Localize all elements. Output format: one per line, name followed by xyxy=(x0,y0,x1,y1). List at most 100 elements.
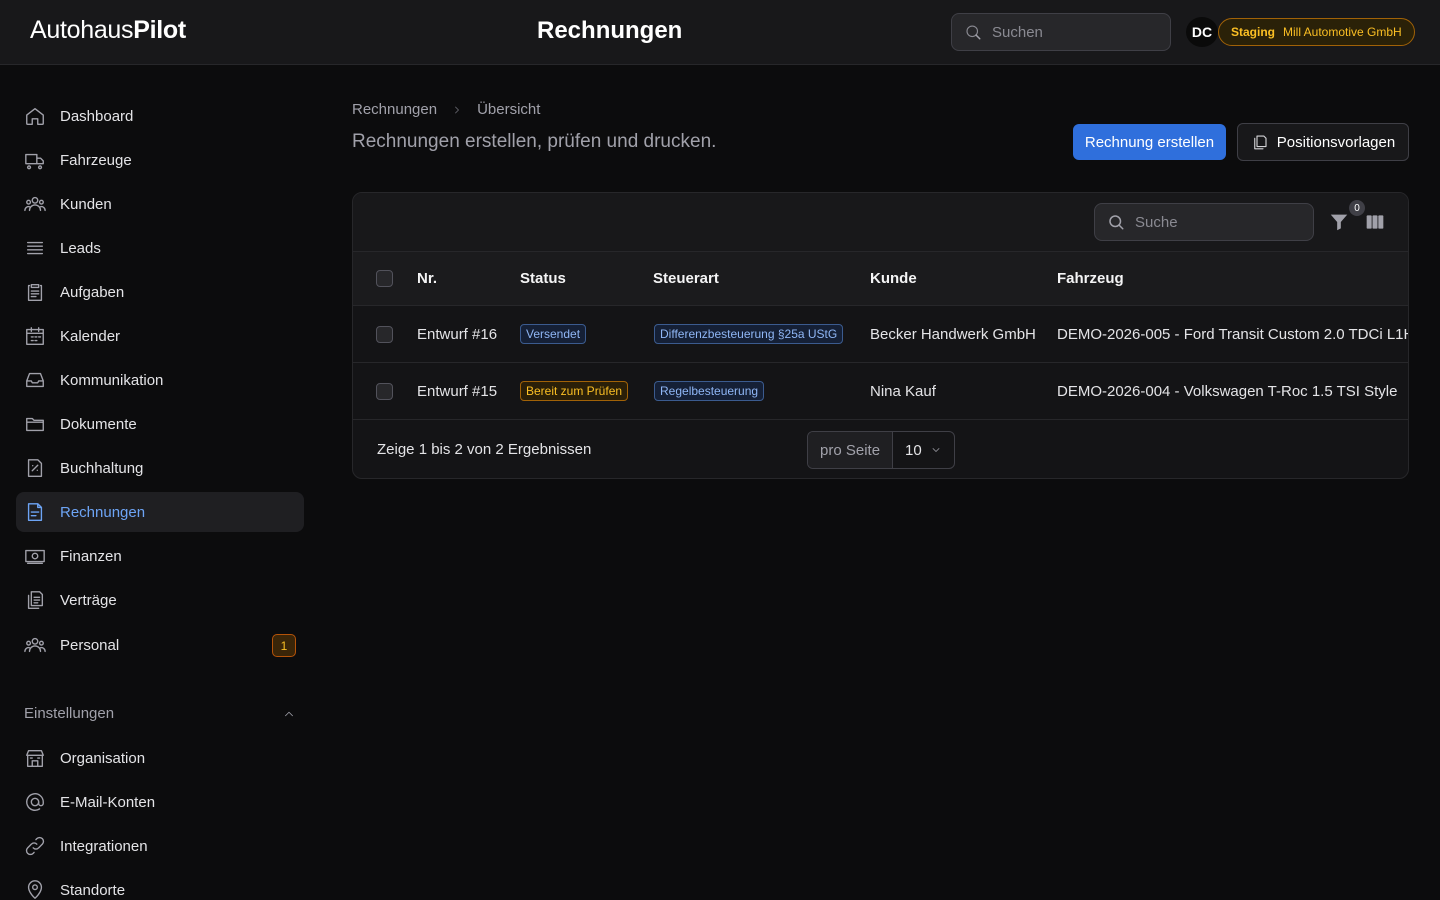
page-subtitle: Rechnungen erstellen, prüfen und drucken… xyxy=(352,131,717,152)
link-icon xyxy=(25,836,45,856)
sidebar-item-vertraege[interactable]: Verträge xyxy=(16,580,304,620)
sidebar-item-rechnungen[interactable]: Rechnungen xyxy=(16,492,304,532)
column-header-status[interactable]: Status xyxy=(520,252,566,305)
users-icon xyxy=(24,196,46,212)
sidebar-item-label: E-Mail-Konten xyxy=(60,793,156,811)
settings-section-title: Einstellungen xyxy=(24,705,115,722)
breadcrumb-item-uebersicht[interactable]: Übersicht xyxy=(477,101,540,118)
notification-badge: 1 xyxy=(272,634,296,657)
status-cell: Versendet xyxy=(520,306,587,362)
calendar-icon xyxy=(26,327,44,345)
organization-name: Mill Automotive GmbH xyxy=(1283,25,1402,39)
sidebar-item-finanzen[interactable]: Finanzen xyxy=(16,536,304,576)
invoice-number: Entwurf #15 xyxy=(417,382,498,400)
global-search-placeholder: Suchen xyxy=(992,23,1043,41)
sidebar-item-organisation[interactable]: Organisation xyxy=(16,738,304,778)
building-icon xyxy=(26,749,44,767)
column-header-fahrzeug[interactable]: Fahrzeug xyxy=(1057,252,1124,305)
sidebar-item-label: Verträge xyxy=(60,591,117,609)
status-cell: Bereit zum Prüfen xyxy=(520,363,629,419)
sidebar-item-label: Finanzen xyxy=(60,547,122,565)
per-page-value: 10 xyxy=(905,441,922,459)
sidebar-item-label: Kommunikation xyxy=(60,371,164,389)
filter-icon[interactable] xyxy=(1328,211,1350,233)
sidebar-item-label: Personal xyxy=(60,636,120,654)
at-icon xyxy=(26,793,44,811)
columns-icon[interactable] xyxy=(1365,212,1385,232)
logo-text-light: Autohaus xyxy=(30,16,134,44)
create-invoice-button[interactable]: Rechnung erstellen xyxy=(1073,124,1226,160)
sidebar-item-kalender[interactable]: Kalender xyxy=(16,316,304,356)
table-search-input[interactable]: Suche xyxy=(1094,203,1314,241)
sidebar-item-label: Kalender xyxy=(60,327,121,345)
invoice-number: Entwurf #16 xyxy=(417,325,498,343)
vehicle-name: DEMO-2026-005 - Ford Transit Custom 2.0 … xyxy=(1057,325,1409,343)
sidebar-item-dashboard[interactable]: Dashboard xyxy=(16,96,304,136)
sidebar-item-label: Fahrzeuge xyxy=(60,151,132,169)
table-row[interactable]: Entwurf #16 Versendet Differenzbesteueru… xyxy=(353,306,1408,363)
inbox-icon xyxy=(26,372,44,388)
app-logo[interactable]: AutohausPilot xyxy=(30,16,186,45)
table-search-placeholder: Suche xyxy=(1135,213,1178,231)
breadcrumb-item-rechnungen[interactable]: Rechnungen xyxy=(352,101,437,118)
environment-label: Staging xyxy=(1231,25,1275,39)
customer-name: Becker Handwerk GmbH xyxy=(870,325,1036,343)
position-templates-label: Positionsvorlagen xyxy=(1276,133,1396,151)
position-templates-button[interactable]: Positionsvorlagen xyxy=(1237,123,1409,161)
sidebar-item-label: Rechnungen xyxy=(60,503,146,521)
sidebar-item-aufgaben[interactable]: Aufgaben xyxy=(16,272,304,312)
table-header: Nr. Status Steuerart Kunde Fahrzeug xyxy=(353,252,1408,306)
list-icon xyxy=(26,241,44,255)
column-header-nr[interactable]: Nr. xyxy=(417,252,437,305)
page-title: Rechnungen xyxy=(537,17,683,44)
table-row[interactable]: Entwurf #15 Bereit zum Prüfen Regelbeste… xyxy=(353,363,1408,420)
tax-type-badge: Differenzbesteuerung §25a UStG xyxy=(654,324,844,344)
user-avatar[interactable]: DC xyxy=(1186,17,1218,47)
sidebar-item-label: Aufgaben xyxy=(60,283,125,301)
sidebar-item-fahrzeuge[interactable]: Fahrzeuge xyxy=(16,140,304,180)
sidebar-item-buchhaltung[interactable]: Buchhaltung xyxy=(16,448,304,488)
per-page-select[interactable]: pro Seite 10 xyxy=(807,431,955,469)
sidebar-item-label: Organisation xyxy=(60,749,146,767)
customer-name: Nina Kauf xyxy=(870,382,936,400)
status-badge: Bereit zum Prüfen xyxy=(520,381,629,401)
vehicle-name: DEMO-2026-004 - Volkswagen T-Roc 1.5 TSI… xyxy=(1057,382,1398,400)
chevron-down-icon xyxy=(932,448,940,452)
clipboard-icon xyxy=(27,283,43,301)
column-header-kunde[interactable]: Kunde xyxy=(870,252,917,305)
sidebar-item-dokumente[interactable]: Dokumente xyxy=(16,404,304,444)
global-search-input[interactable]: Suchen xyxy=(951,13,1171,51)
sidebar-item-kommunikation[interactable]: Kommunikation xyxy=(16,360,304,400)
filter-count-badge: 0 xyxy=(1349,200,1365,216)
row-checkbox[interactable] xyxy=(376,306,393,362)
per-page-label: pro Seite xyxy=(808,432,894,468)
tax-cell: Differenzbesteuerung §25a UStG xyxy=(654,306,844,362)
sidebar-item-integrationen[interactable]: Integrationen xyxy=(16,826,304,866)
map-pin-icon xyxy=(27,880,43,899)
truck-icon xyxy=(25,153,44,170)
results-summary: Zeige 1 bis 2 von 2 Ergebnissen xyxy=(377,441,592,458)
sidebar-item-label: Buchhaltung xyxy=(60,459,144,477)
sidebar-item-label: Standorte xyxy=(60,881,126,899)
folder-icon xyxy=(26,417,44,432)
row-checkbox[interactable] xyxy=(376,363,393,419)
money-icon xyxy=(25,549,45,565)
search-icon xyxy=(966,25,981,40)
home-icon xyxy=(26,107,44,125)
settings-section-toggle[interactable]: Einstellungen xyxy=(24,705,296,722)
top-bar: AutohausPilot Rechnungen Suchen DC Stagi… xyxy=(0,0,1440,65)
invoice-table-panel: Suche 0 Nr. Status Steuerart Kunde Fahrz… xyxy=(352,192,1409,479)
sidebar-item-kunden[interactable]: Kunden xyxy=(16,184,304,224)
chevron-up-icon xyxy=(285,711,293,716)
sidebar-item-personal[interactable]: Personal 1 xyxy=(16,625,304,665)
per-page-value-wrap[interactable]: 10 xyxy=(893,432,954,468)
sidebar-item-standorte[interactable]: Standorte xyxy=(16,870,304,900)
sidebar-item-label: Leads xyxy=(60,239,101,257)
sidebar-item-email-konten[interactable]: E-Mail-Konten xyxy=(16,782,304,822)
organization-switcher[interactable]: Staging Mill Automotive GmbH xyxy=(1218,18,1415,46)
sidebar: Dashboard Fahrzeuge Kunden Leads Aufgabe… xyxy=(0,65,320,900)
search-icon xyxy=(1109,215,1124,230)
sidebar-item-leads[interactable]: Leads xyxy=(16,228,304,268)
column-header-steuerart[interactable]: Steuerart xyxy=(653,252,719,305)
select-all-checkbox[interactable] xyxy=(376,252,393,305)
